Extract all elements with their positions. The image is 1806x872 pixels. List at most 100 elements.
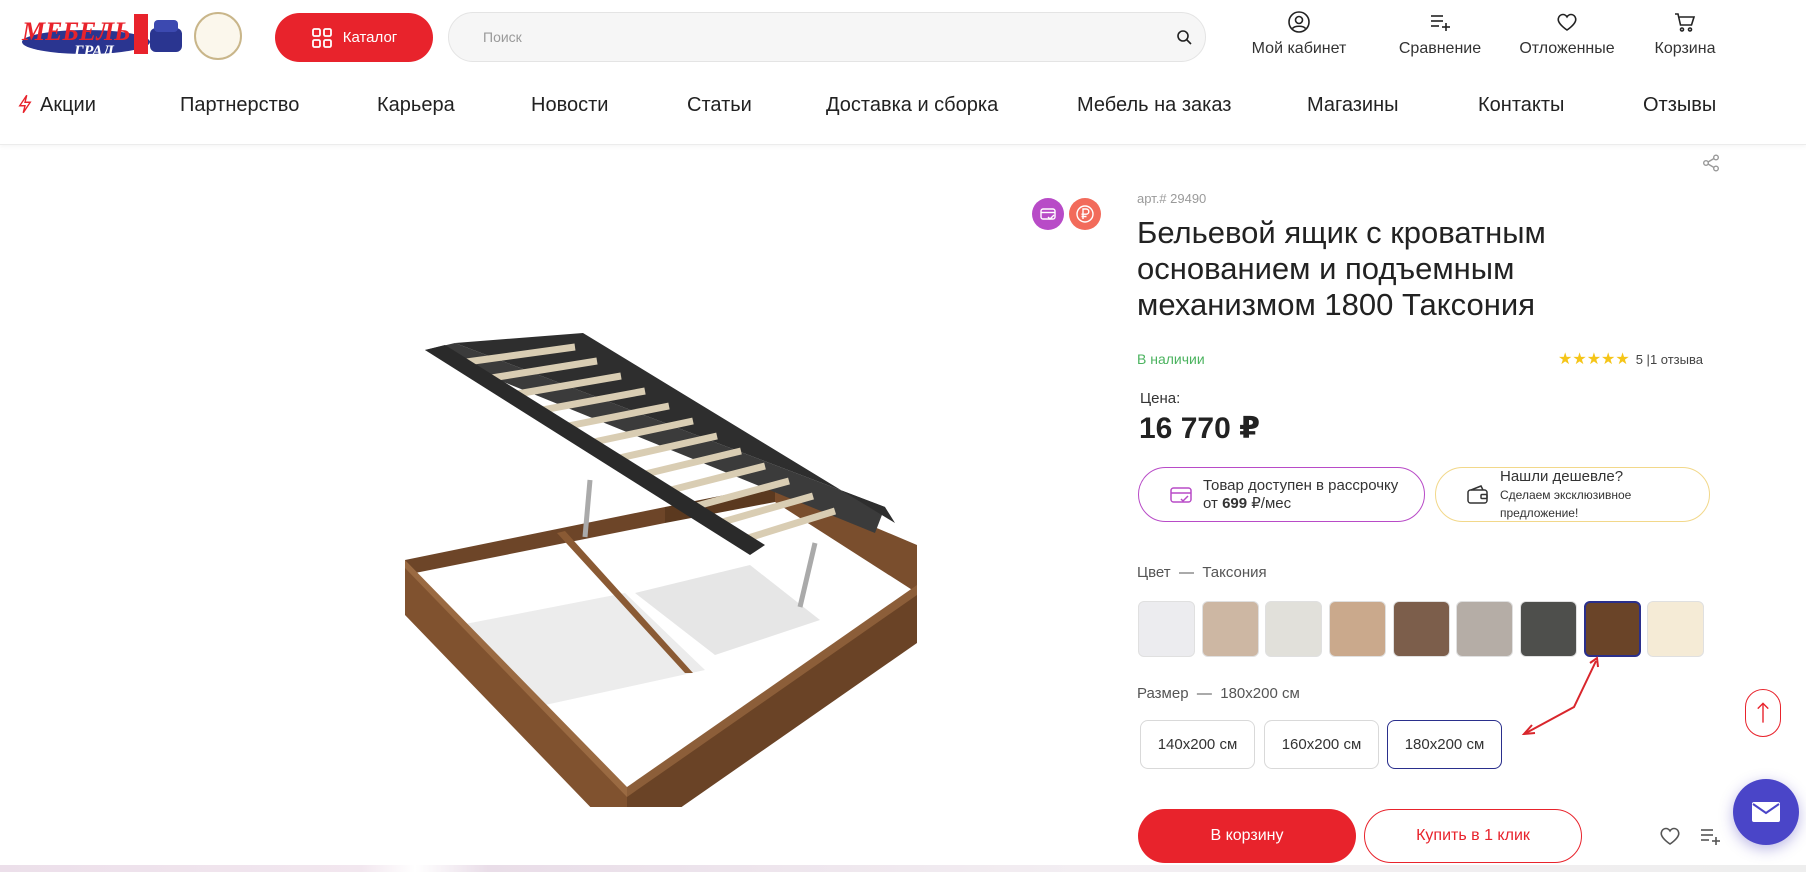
size-option-label-text: 160х200 см	[1281, 736, 1362, 753]
nav-label: Отзывы	[1643, 94, 1717, 116]
search-input[interactable]	[449, 13, 1149, 61]
contact-mail-button[interactable]	[1733, 779, 1799, 845]
favorites-link[interactable]: Отложенные	[1512, 10, 1622, 65]
color-value: Таксония	[1202, 564, 1267, 581]
favorites-label: Отложенные	[1519, 40, 1615, 57]
arrow-up-icon	[1757, 702, 1769, 723]
heart-icon	[1557, 13, 1577, 31]
size-separator: —	[1196, 685, 1212, 702]
color-option-label: Цвет — Таксония	[1137, 564, 1267, 581]
color-swatch[interactable]	[1456, 601, 1513, 657]
catalog-button[interactable]: Каталог	[275, 13, 433, 62]
product-sku: арт.# 29490	[1137, 191, 1207, 206]
cart-link[interactable]: Корзина	[1648, 10, 1722, 65]
color-swatch[interactable]	[1520, 601, 1577, 657]
compare-link[interactable]: Сравнение	[1394, 10, 1486, 65]
nav-item-partnership[interactable]: Партнерство	[180, 94, 299, 117]
nav-item-delivery[interactable]: Доставка и сборка	[826, 94, 998, 117]
account-label: Мой кабинет	[1251, 40, 1347, 57]
size-option-140[interactable]: 140х200 см	[1140, 720, 1255, 769]
price-label: Цена:	[1140, 390, 1181, 407]
site-logo[interactable]: МЕБЕЛЬ ГРАД	[18, 10, 188, 62]
nav-label: Мебель на заказ	[1077, 94, 1232, 116]
rating-text[interactable]: 5 |1 отзыва	[1636, 352, 1703, 367]
mail-icon	[1752, 802, 1780, 822]
installment-price-line: от 699 ₽/мес	[1203, 495, 1398, 513]
installment-badge-icon	[1032, 198, 1064, 230]
user-icon	[1288, 11, 1310, 33]
installment-prefix: от	[1203, 494, 1223, 512]
search-icon[interactable]	[1176, 29, 1192, 45]
stock-status: В наличии	[1137, 351, 1205, 367]
page-bottom-strip	[0, 865, 1806, 872]
ruble-badge-icon	[1069, 198, 1101, 230]
installment-card-icon	[1170, 486, 1192, 503]
nav-label: Статьи	[687, 94, 752, 116]
scroll-to-top-button[interactable]	[1745, 689, 1781, 737]
compare-list-icon	[1431, 15, 1450, 31]
color-swatch[interactable]	[1393, 601, 1450, 657]
lightning-icon	[18, 94, 32, 114]
compare-add-icon[interactable]	[1698, 824, 1722, 848]
buy-one-click-label: Купить в 1 клик	[1416, 827, 1530, 844]
installment-amount: 699	[1222, 494, 1248, 512]
compare-label: Сравнение	[1398, 40, 1482, 57]
favorite-heart-icon[interactable]	[1658, 824, 1682, 848]
color-swatch[interactable]	[1265, 601, 1322, 657]
cart-icon	[1675, 13, 1696, 32]
wallet-icon	[1467, 484, 1488, 504]
grid-icon	[311, 27, 332, 48]
installment-text: Товар доступен в рассрочку	[1203, 476, 1399, 494]
installment-suffix: ₽/мес	[1247, 494, 1292, 512]
size-value: 180х200 см	[1220, 685, 1300, 702]
buy-one-click-button[interactable]: Купить в 1 клик	[1364, 809, 1582, 863]
color-swatch[interactable]	[1329, 601, 1386, 657]
color-swatch[interactable]	[1138, 601, 1195, 657]
nav-item-reviews[interactable]: Отзывы	[1643, 94, 1716, 117]
cheaper-subtitle: Сделаем эксклюзивное предложение!	[1500, 487, 1632, 520]
nav-label: Магазины	[1307, 94, 1399, 116]
nav-label: Акции	[40, 94, 96, 116]
nav-item-stores[interactable]: Магазины	[1307, 94, 1399, 117]
main-nav: Акции Партнерство Карьера Новости Статьи…	[18, 94, 1718, 122]
cheaper-title: Нашли дешевле?	[1500, 467, 1624, 485]
add-to-cart-button[interactable]: В корзину	[1138, 809, 1356, 863]
nav-label: Доставка и сборка	[826, 94, 999, 116]
nav-item-articles[interactable]: Статьи	[687, 94, 752, 117]
nav-item-career[interactable]: Карьера	[377, 94, 455, 117]
account-link[interactable]: Мой кабинет	[1246, 10, 1352, 65]
found-cheaper-button[interactable]: Нашли дешевле? Сделаем эксклюзивное пред…	[1435, 467, 1710, 522]
color-separator: —	[1178, 564, 1194, 581]
product-image[interactable]	[245, 275, 1043, 807]
seal-emblem-icon	[194, 12, 242, 60]
color-label: Цвет	[1137, 564, 1171, 581]
color-swatch[interactable]	[1202, 601, 1259, 657]
cart-label: Корзина	[1654, 40, 1716, 57]
add-to-cart-label: В корзину	[1210, 827, 1284, 844]
size-option-180[interactable]: 180х200 см	[1387, 720, 1502, 769]
nav-label: Контакты	[1478, 94, 1565, 116]
installment-offer-button[interactable]: Товар доступен в рассрочку от 699 ₽/мес	[1138, 467, 1425, 522]
color-swatch[interactable]	[1584, 601, 1641, 657]
share-icon[interactable]	[1702, 154, 1720, 172]
price-value: 16 770 ₽	[1139, 412, 1260, 445]
nav-item-contacts[interactable]: Контакты	[1478, 94, 1564, 117]
nav-label: Партнерство	[180, 94, 300, 116]
annotation-arrow-icon	[1521, 656, 1599, 735]
size-label: Размер	[1137, 685, 1189, 702]
size-option-label-text: 140х200 см	[1157, 736, 1238, 753]
product-title: Бельевой ящик с кроватным основанием и п…	[1137, 215, 1546, 322]
size-option-160[interactable]: 160х200 см	[1264, 720, 1379, 769]
size-option-label-text: 180х200 см	[1404, 736, 1485, 753]
color-swatch[interactable]	[1647, 601, 1704, 657]
product-rating[interactable]: ★★★★★ 5 |1 отзыва	[1558, 349, 1703, 369]
nav-label: Карьера	[377, 94, 455, 116]
site-header: МЕБЕЛЬ ГРАД Каталог Мой кабинет Сравнени…	[0, 0, 1806, 145]
nav-item-sales[interactable]: Акции	[18, 94, 96, 117]
nav-item-news[interactable]: Новости	[531, 94, 608, 117]
nav-label: Новости	[531, 94, 609, 116]
catalog-label: Каталог	[342, 29, 398, 46]
rating-stars: ★★★★★	[1558, 351, 1630, 368]
nav-item-custom-furniture[interactable]: Мебель на заказ	[1077, 94, 1231, 117]
svg-text:ГРАД: ГРАД	[73, 43, 115, 60]
